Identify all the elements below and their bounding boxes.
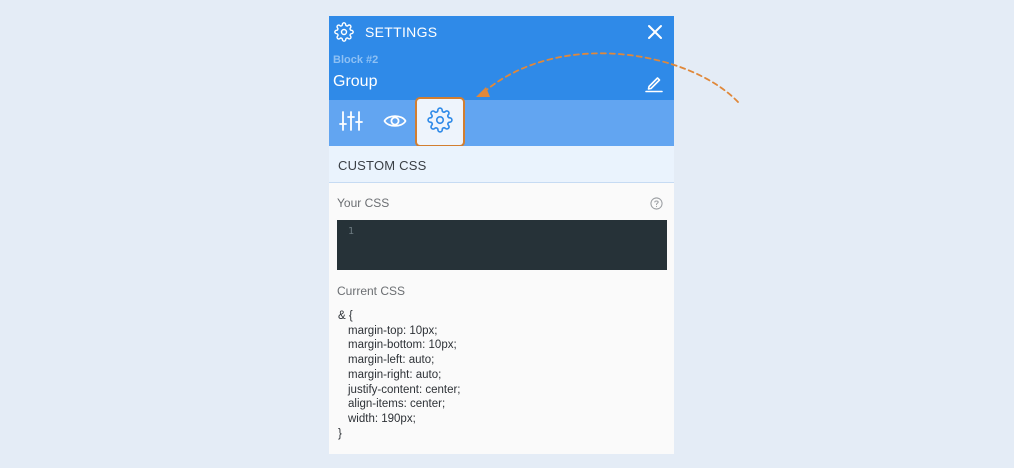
section-title: CUSTOM CSS: [338, 158, 427, 173]
settings-tabs: [329, 97, 674, 147]
settings-title: SETTINGS: [365, 24, 438, 40]
css-open: & {: [338, 310, 353, 322]
settings-header: SETTINGS Block #2 Group: [329, 16, 674, 100]
settings-panel: SETTINGS Block #2 Group CUSTOM CSS Your …: [329, 16, 674, 454]
gear-icon: [334, 22, 354, 42]
help-icon[interactable]: [650, 197, 663, 210]
your-css-label: Your CSS: [337, 196, 390, 210]
close-icon[interactable]: [646, 23, 664, 41]
block-name: Group: [333, 73, 378, 90]
current-css-label: Current CSS: [337, 284, 406, 298]
section-header: CUSTOM CSS: [329, 146, 674, 183]
line-number: 1: [348, 226, 355, 237]
tab-advanced-settings[interactable]: [415, 97, 465, 147]
tab-controls[interactable]: [329, 100, 373, 146]
tab-visibility[interactable]: [373, 100, 417, 146]
css-line: margin-bottom: 10px;: [348, 339, 457, 352]
edit-icon[interactable]: [644, 73, 664, 93]
css-line: margin-top: 10px;: [348, 324, 438, 337]
css-line: margin-right: auto;: [348, 368, 442, 381]
css-line: width: 190px;: [348, 412, 416, 425]
css-close: }: [338, 427, 342, 440]
gear-icon: [427, 106, 453, 138]
block-label: Block #2: [333, 54, 379, 66]
css-line: justify-content: center;: [348, 383, 461, 396]
css-line: align-items: center;: [348, 398, 446, 411]
eye-icon: [383, 112, 407, 135]
css-line: margin-left: auto;: [348, 354, 435, 367]
current-css-code: & { margin-top: 10px; margin-bottom: 10p…: [338, 309, 461, 441]
css-editor[interactable]: 1: [337, 220, 667, 270]
sliders-icon: [339, 110, 363, 137]
